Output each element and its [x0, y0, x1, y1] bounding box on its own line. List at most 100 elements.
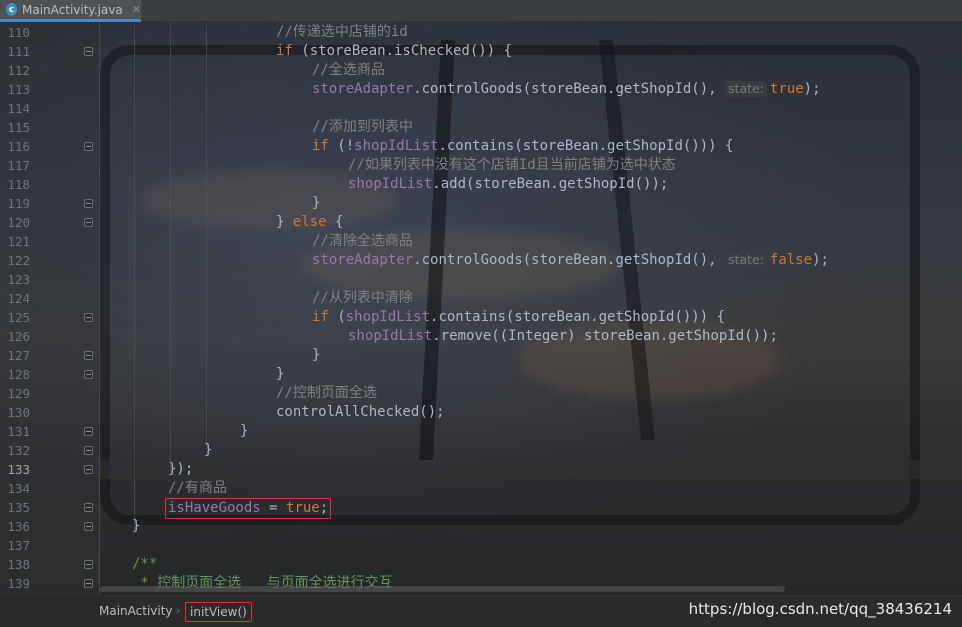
fold-toggle-icon[interactable]	[84, 47, 93, 56]
code-line[interactable]: //从列表中清除	[100, 289, 962, 308]
indent-guide	[134, 23, 135, 533]
code-line[interactable]: //有商品	[100, 479, 962, 498]
code-line[interactable]: }	[100, 194, 962, 213]
code-line[interactable]: if (shopIdList.contains(storeBean.getSho…	[100, 308, 962, 327]
code-line[interactable]	[100, 99, 962, 118]
tab-title: MainActivity.java	[22, 2, 123, 17]
code-token: );	[803, 81, 821, 97]
fold-toggle-icon[interactable]	[84, 199, 93, 208]
code-line[interactable]: });	[100, 460, 962, 479]
code-line[interactable]: //清除全选商品	[100, 232, 962, 251]
code-text: if (shopIdList.contains(storeBean.getSho…	[312, 308, 725, 327]
chevron-right-icon: ›	[176, 604, 181, 617]
code-line[interactable]: }	[100, 346, 962, 365]
code-line[interactable]: //全选商品	[100, 61, 962, 80]
code-text: } else {	[276, 213, 343, 232]
fold-toggle-icon[interactable]	[84, 427, 93, 436]
code-line[interactable]: /**	[100, 555, 962, 574]
code-token: //从列表中清除	[312, 290, 413, 306]
code-token: (storeBean.isChecked()) {	[292, 43, 513, 59]
code-token: }	[276, 214, 293, 230]
code-token: .controlGoods(storeBean.getShopId(),	[413, 252, 726, 268]
code-line[interactable]: isHaveGoods = true;	[100, 498, 962, 519]
line-number: 114	[7, 101, 30, 116]
fold-toggle-icon[interactable]	[84, 370, 93, 379]
code-token: .add(storeBean.getShopId());	[432, 176, 669, 192]
code-line[interactable]	[100, 270, 962, 289]
fold-toggle-icon[interactable]	[84, 313, 93, 322]
code-text: /**	[132, 555, 157, 574]
code-line[interactable]: storeAdapter.controlGoods(storeBean.getS…	[100, 251, 962, 270]
code-line[interactable]: }	[100, 365, 962, 384]
code-text: //从列表中清除	[312, 289, 413, 308]
fold-toggle-icon[interactable]	[84, 503, 93, 512]
code-line[interactable]: //传递选中店铺的id	[100, 23, 962, 42]
code-token: //添加到列表中	[312, 119, 413, 135]
code-token: .contains(storeBean.getShopId())) {	[438, 138, 734, 154]
code-token: }	[312, 347, 321, 363]
breadcrumb-class[interactable]: MainActivity	[95, 602, 177, 622]
code-text: storeAdapter.controlGoods(storeBean.getS…	[312, 251, 829, 270]
line-number: 128	[7, 367, 30, 382]
code-line[interactable]: controlAllChecked();	[100, 403, 962, 422]
line-number: 113	[7, 82, 30, 97]
fold-toggle-icon[interactable]	[84, 218, 93, 227]
code-token: ;	[319, 500, 329, 516]
code-token: shopIdList	[348, 176, 433, 192]
code-token: true	[286, 500, 320, 516]
code-line[interactable]: }	[100, 517, 962, 536]
line-number: 123	[7, 272, 30, 287]
code-line[interactable]	[100, 536, 962, 555]
code-text: shopIdList.add(storeBean.getShopId());	[348, 175, 668, 194]
code-text: //有商品	[168, 479, 227, 498]
code-text: }	[312, 346, 320, 365]
code-line[interactable]: if (!shopIdList.contains(storeBean.getSh…	[100, 137, 962, 156]
code-line[interactable]: //添加到列表中	[100, 118, 962, 137]
fold-toggle-icon[interactable]	[84, 579, 93, 588]
code-line[interactable]: if (storeBean.isChecked()) {	[100, 42, 962, 61]
code-token: }	[240, 423, 249, 439]
code-line[interactable]: storeAdapter.controlGoods(storeBean.getS…	[100, 80, 962, 99]
code-line[interactable]: //控制页面全选	[100, 384, 962, 403]
fold-toggle-icon[interactable]	[84, 522, 93, 531]
line-number: 117	[7, 158, 30, 173]
code-token: }	[204, 442, 213, 458]
code-token: if	[276, 43, 293, 59]
indent-guide	[170, 23, 171, 473]
line-number: 120	[7, 215, 30, 230]
close-icon[interactable]: ✕	[132, 3, 141, 16]
code-text: //如果列表中没有这个店铺Id且当前店铺为选中状态	[348, 156, 676, 175]
code-token: //如果列表中没有这个店铺Id且当前店铺为选中状态	[348, 157, 676, 173]
code-line[interactable]: //如果列表中没有这个店铺Id且当前店铺为选中状态	[100, 156, 962, 175]
code-token: .contains(storeBean.getShopId())) {	[430, 309, 726, 325]
code-token: isHaveGoods	[168, 500, 261, 516]
editor-tab-bar: c MainActivity.java ✕	[0, 0, 962, 22]
fold-toggle-icon[interactable]	[84, 142, 93, 151]
line-number: 116	[7, 139, 30, 154]
code-text: storeAdapter.controlGoods(storeBean.getS…	[312, 80, 821, 99]
code-line[interactable]: } else {	[100, 213, 962, 232]
code-line[interactable]: }	[100, 441, 962, 460]
code-token: storeAdapter	[312, 81, 414, 97]
code-token: //有商品	[168, 480, 227, 496]
code-line[interactable]: shopIdList.add(storeBean.getShopId());	[100, 175, 962, 194]
fold-toggle-icon[interactable]	[84, 351, 93, 360]
code-token: }	[276, 366, 285, 382]
code-text: }	[312, 194, 320, 213]
fold-toggle-icon[interactable]	[84, 465, 93, 474]
code-text: }	[276, 365, 284, 384]
code-line[interactable]: shopIdList.remove((Integer) storeBean.ge…	[100, 327, 962, 346]
breadcrumb-method[interactable]: initView()	[185, 602, 252, 622]
indent-guide	[206, 23, 207, 443]
line-number: 127	[7, 348, 30, 363]
line-number: 130	[7, 405, 30, 420]
line-number: 126	[7, 329, 30, 344]
code-token: else	[292, 214, 327, 230]
code-token: if	[312, 309, 329, 325]
line-number: 112	[7, 63, 30, 78]
fold-toggle-icon[interactable]	[84, 560, 93, 569]
fold-toggle-icon[interactable]	[84, 446, 93, 455]
tab-mainactivity-java[interactable]: c MainActivity.java ✕	[0, 0, 141, 22]
horizontal-scrollbar[interactable]	[100, 586, 785, 592]
code-line[interactable]: }	[100, 422, 962, 441]
